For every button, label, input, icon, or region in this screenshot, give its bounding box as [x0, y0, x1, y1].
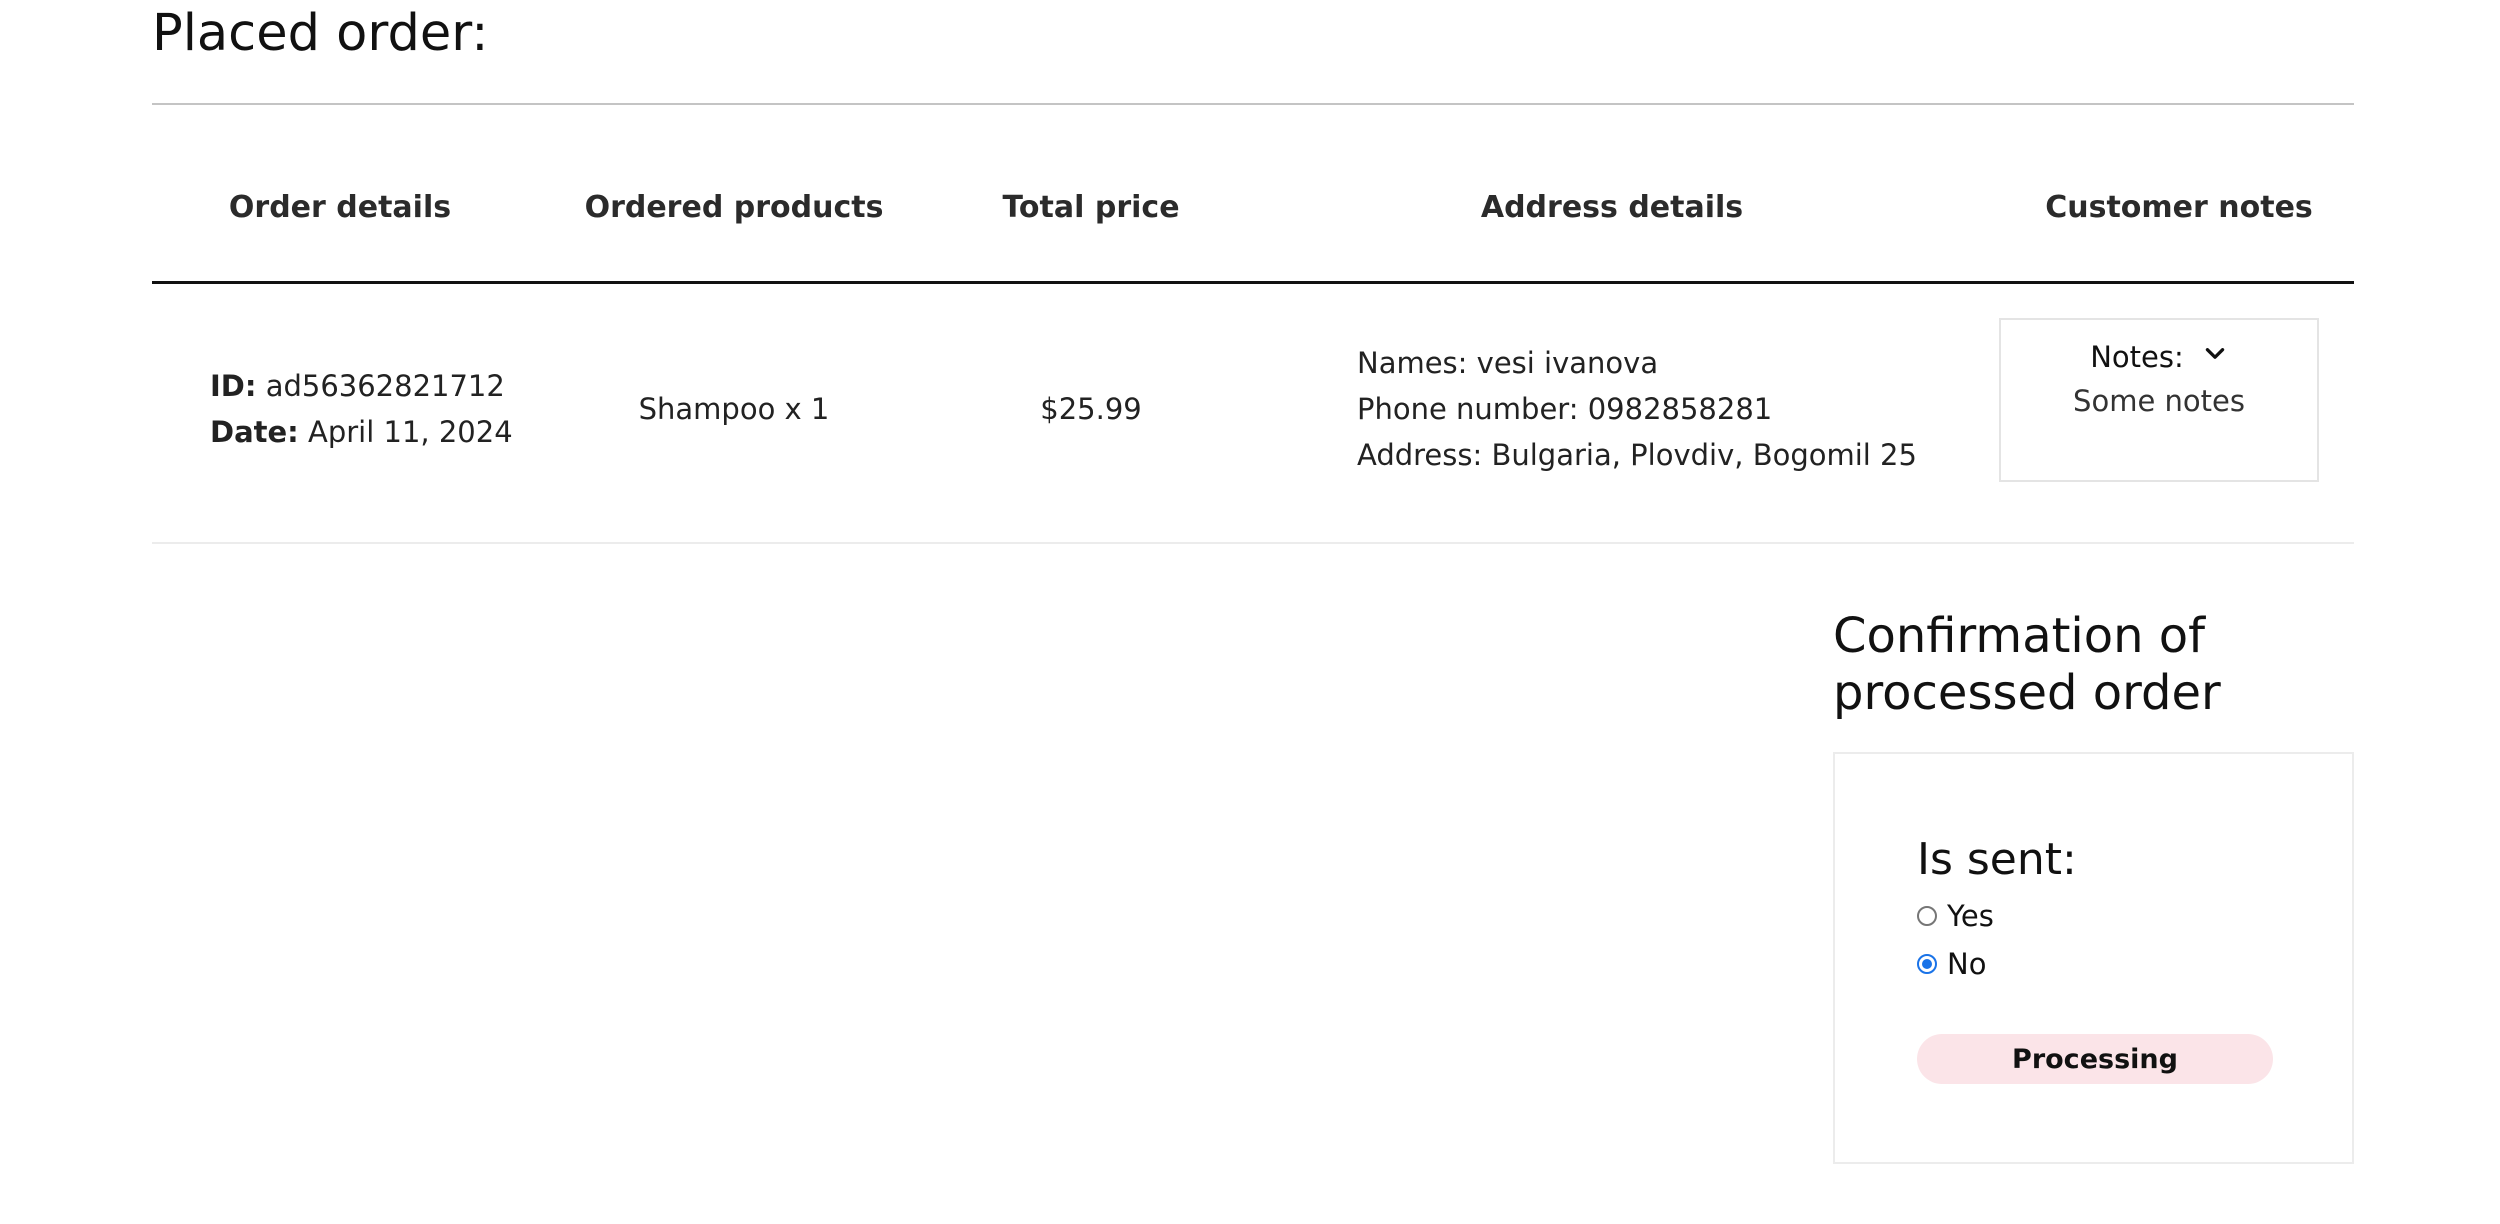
- address-names: Names: vesi ivanova: [1357, 346, 1659, 380]
- address-phone: Phone number: 0982858281: [1357, 392, 1773, 426]
- total-price-cell: $25.99: [1040, 392, 1142, 426]
- notes-toggle[interactable]: Notes:: [2001, 340, 2317, 374]
- order-details-cell: ID: ad56362821712 Date: April 11, 2024: [210, 363, 513, 455]
- order-date-label: Date:: [210, 415, 299, 449]
- notes-text: Some notes: [2073, 384, 2245, 418]
- notes-label: Notes:: [2090, 340, 2184, 374]
- page-title: Placed order:: [152, 4, 489, 63]
- order-date: April 11, 2024: [308, 415, 513, 449]
- order-id: ad56362821712: [265, 369, 505, 403]
- order-id-line: ID: ad56362821712: [210, 363, 513, 409]
- processing-status-button[interactable]: Processing: [1917, 1034, 2273, 1084]
- chevron-down-icon: [2202, 340, 2228, 374]
- is-sent-label: Is sent:: [1917, 834, 2077, 885]
- no-radio-label: No: [1947, 947, 1987, 981]
- header-divider: [152, 281, 2354, 284]
- header-address-details: Address details: [1480, 190, 1744, 225]
- order-date-line: Date: April 11, 2024: [210, 409, 513, 455]
- ordered-products-cell: Shampoo x 1: [638, 392, 830, 426]
- row-divider: [152, 542, 2354, 544]
- customer-notes-details: Notes: Some notes: [1999, 318, 2319, 482]
- confirmation-form: Is sent: Yes No Processing: [1833, 752, 2354, 1164]
- confirmation-title: Confirmation of processed order: [1833, 608, 2221, 722]
- no-radio[interactable]: [1917, 954, 1937, 974]
- order-id-label: ID:: [210, 369, 257, 403]
- title-divider: [152, 103, 2354, 105]
- header-order-details: Order details: [228, 190, 452, 225]
- radio-option-yes[interactable]: Yes: [1917, 899, 1994, 933]
- radio-option-no[interactable]: No: [1917, 947, 1986, 981]
- yes-radio[interactable]: [1917, 906, 1937, 926]
- confirmation-title-line1: Confirmation of: [1833, 608, 2206, 664]
- header-ordered-products: Ordered products: [584, 190, 884, 225]
- confirmation-title-line2: processed order: [1833, 665, 2221, 721]
- address-line: Address: Bulgaria, Plovdiv, Bogomil 25: [1357, 438, 1917, 472]
- header-customer-notes: Customer notes: [2045, 190, 2313, 225]
- header-total-price: Total price: [1002, 190, 1180, 225]
- address-details-cell: Names: vesi ivanova Phone number: 098285…: [1357, 340, 1917, 478]
- yes-radio-label: Yes: [1947, 899, 1994, 933]
